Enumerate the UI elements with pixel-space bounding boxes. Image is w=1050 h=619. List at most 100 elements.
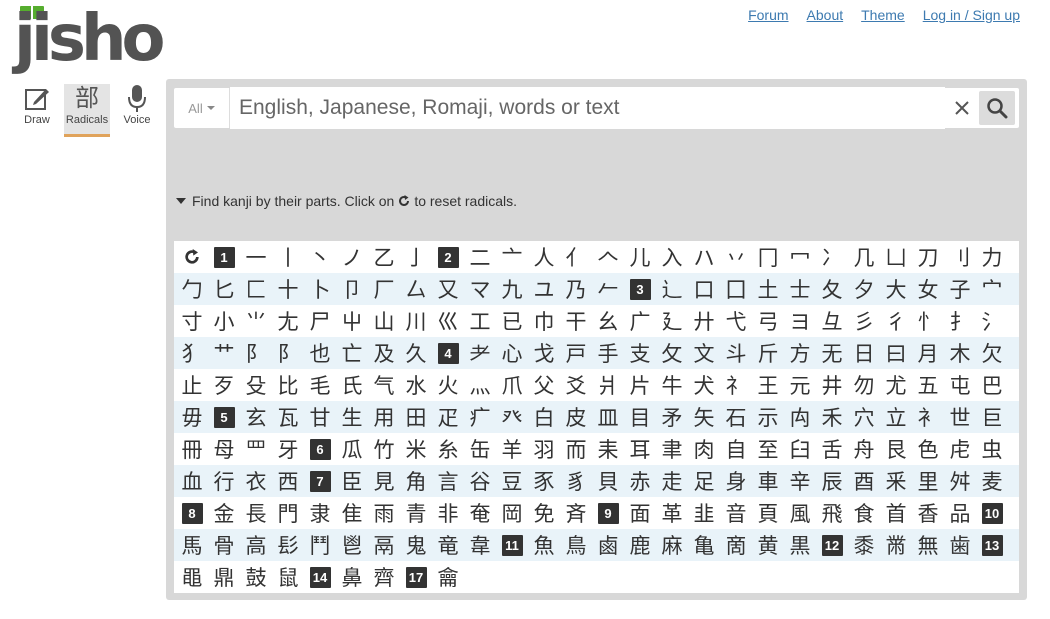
- voice-tool-button[interactable]: Voice: [114, 84, 160, 130]
- radical-button[interactable]: 疋: [432, 401, 464, 433]
- draw-tool-button[interactable]: Draw: [14, 84, 60, 130]
- radical-button[interactable]: 髟: [272, 529, 304, 561]
- radical-button[interactable]: 衤: [912, 401, 944, 433]
- radical-button[interactable]: 青: [400, 497, 432, 529]
- radical-button[interactable]: 聿: [656, 433, 688, 465]
- radical-button[interactable]: 戈: [528, 337, 560, 369]
- radical-button[interactable]: 羽: [528, 433, 560, 465]
- radical-button[interactable]: 几: [848, 241, 880, 273]
- radical-button[interactable]: 首: [880, 497, 912, 529]
- radical-button[interactable]: 貝: [592, 465, 624, 497]
- radical-button[interactable]: 鼻: [336, 561, 368, 593]
- radical-button[interactable]: 羊: [496, 433, 528, 465]
- radical-button[interactable]: 刂: [944, 241, 976, 273]
- radical-button[interactable]: 鬯: [336, 529, 368, 561]
- radical-button[interactable]: 止: [176, 369, 208, 401]
- radical-button[interactable]: 臼: [784, 433, 816, 465]
- radical-button[interactable]: 毋: [176, 401, 208, 433]
- radical-button[interactable]: 爻: [560, 369, 592, 401]
- radical-button[interactable]: 虍: [944, 433, 976, 465]
- radical-button[interactable]: 音: [720, 497, 752, 529]
- clear-search-button[interactable]: [945, 88, 979, 128]
- radical-button[interactable]: 彳: [880, 305, 912, 337]
- reset-radicals-button[interactable]: [176, 241, 208, 273]
- radical-button[interactable]: 行: [208, 465, 240, 497]
- radical-button[interactable]: 韭: [688, 497, 720, 529]
- radical-button[interactable]: 虫: [976, 433, 1008, 465]
- radical-button[interactable]: 牛: [656, 369, 688, 401]
- radical-button[interactable]: 王: [752, 369, 784, 401]
- radical-button[interactable]: 冊: [176, 433, 208, 465]
- radical-button[interactable]: 長: [240, 497, 272, 529]
- radical-button[interactable]: 氏: [336, 369, 368, 401]
- radical-button[interactable]: 鹿: [624, 529, 656, 561]
- radical-button[interactable]: 刀: [912, 241, 944, 273]
- radical-button[interactable]: 尢: [272, 305, 304, 337]
- radical-button[interactable]: 片: [624, 369, 656, 401]
- radical-button[interactable]: 火: [432, 369, 464, 401]
- radical-button[interactable]: 力: [976, 241, 1008, 273]
- radical-hint[interactable]: Find kanji by their parts. Click on to r…: [176, 193, 517, 209]
- radical-button[interactable]: 爿: [592, 369, 624, 401]
- radical-button[interactable]: 用: [368, 401, 400, 433]
- radical-button[interactable]: 牙: [272, 433, 304, 465]
- radical-button[interactable]: 月: [912, 337, 944, 369]
- radical-button[interactable]: 酉: [848, 465, 880, 497]
- radical-button[interactable]: 斉: [560, 497, 592, 529]
- radical-button[interactable]: 𠆢: [592, 241, 624, 273]
- radical-button[interactable]: 爪: [496, 369, 528, 401]
- radical-button[interactable]: 谷: [464, 465, 496, 497]
- radical-button[interactable]: 見: [368, 465, 400, 497]
- radical-button[interactable]: 辛: [784, 465, 816, 497]
- scope-dropdown[interactable]: All: [174, 88, 230, 128]
- radical-button[interactable]: 耂: [464, 337, 496, 369]
- radical-button[interactable]: 勹: [176, 273, 208, 305]
- login-signup-link[interactable]: Log in / Sign up: [923, 7, 1020, 23]
- radical-button[interactable]: マ: [464, 273, 496, 305]
- radical-button[interactable]: 鼎: [208, 561, 240, 593]
- radical-button[interactable]: 世: [944, 401, 976, 433]
- radical-button[interactable]: 口: [688, 273, 720, 305]
- radical-button[interactable]: 父: [528, 369, 560, 401]
- radical-button[interactable]: 亅: [400, 241, 432, 273]
- radical-button[interactable]: 馬: [176, 529, 208, 561]
- radical-button[interactable]: 奄: [464, 497, 496, 529]
- radical-button[interactable]: 豆: [496, 465, 528, 497]
- radical-button[interactable]: 啇: [720, 529, 752, 561]
- jisho-logo[interactable]: jisho: [14, 4, 165, 76]
- radical-button[interactable]: 鬥: [304, 529, 336, 561]
- radical-button[interactable]: 疒: [464, 401, 496, 433]
- radical-button[interactable]: 方: [784, 337, 816, 369]
- radical-button[interactable]: 立: [880, 401, 912, 433]
- radical-button[interactable]: 心: [496, 337, 528, 369]
- radical-button[interactable]: 尤: [880, 369, 912, 401]
- radical-button[interactable]: 凵: [880, 241, 912, 273]
- radical-button[interactable]: 田: [400, 401, 432, 433]
- radical-button[interactable]: 雨: [368, 497, 400, 529]
- radical-button[interactable]: 卩: [336, 273, 368, 305]
- radical-button[interactable]: 屮: [336, 305, 368, 337]
- radical-button[interactable]: 鳥: [560, 529, 592, 561]
- radical-button[interactable]: 巾: [528, 305, 560, 337]
- radical-button[interactable]: 戸: [560, 337, 592, 369]
- radical-button[interactable]: 目: [624, 401, 656, 433]
- radical-button[interactable]: 勿: [848, 369, 880, 401]
- radical-button[interactable]: 角: [400, 465, 432, 497]
- radical-button[interactable]: 儿: [624, 241, 656, 273]
- radical-button[interactable]: 缶: [464, 433, 496, 465]
- radical-button[interactable]: 阝: [272, 337, 304, 369]
- radical-button[interactable]: 甘: [304, 401, 336, 433]
- radical-button[interactable]: ヨ: [784, 305, 816, 337]
- radical-button[interactable]: 龠: [432, 561, 464, 593]
- radical-button[interactable]: 耳: [624, 433, 656, 465]
- radical-button[interactable]: 免: [528, 497, 560, 529]
- radical-button[interactable]: 久: [400, 337, 432, 369]
- radical-button[interactable]: 麦: [976, 465, 1008, 497]
- radical-button[interactable]: 支: [624, 337, 656, 369]
- radical-button[interactable]: 弋: [720, 305, 752, 337]
- radical-button[interactable]: 自: [720, 433, 752, 465]
- radical-button[interactable]: 辰: [816, 465, 848, 497]
- radical-button[interactable]: 岡: [496, 497, 528, 529]
- radical-button[interactable]: 禸: [784, 401, 816, 433]
- radical-button[interactable]: 皮: [560, 401, 592, 433]
